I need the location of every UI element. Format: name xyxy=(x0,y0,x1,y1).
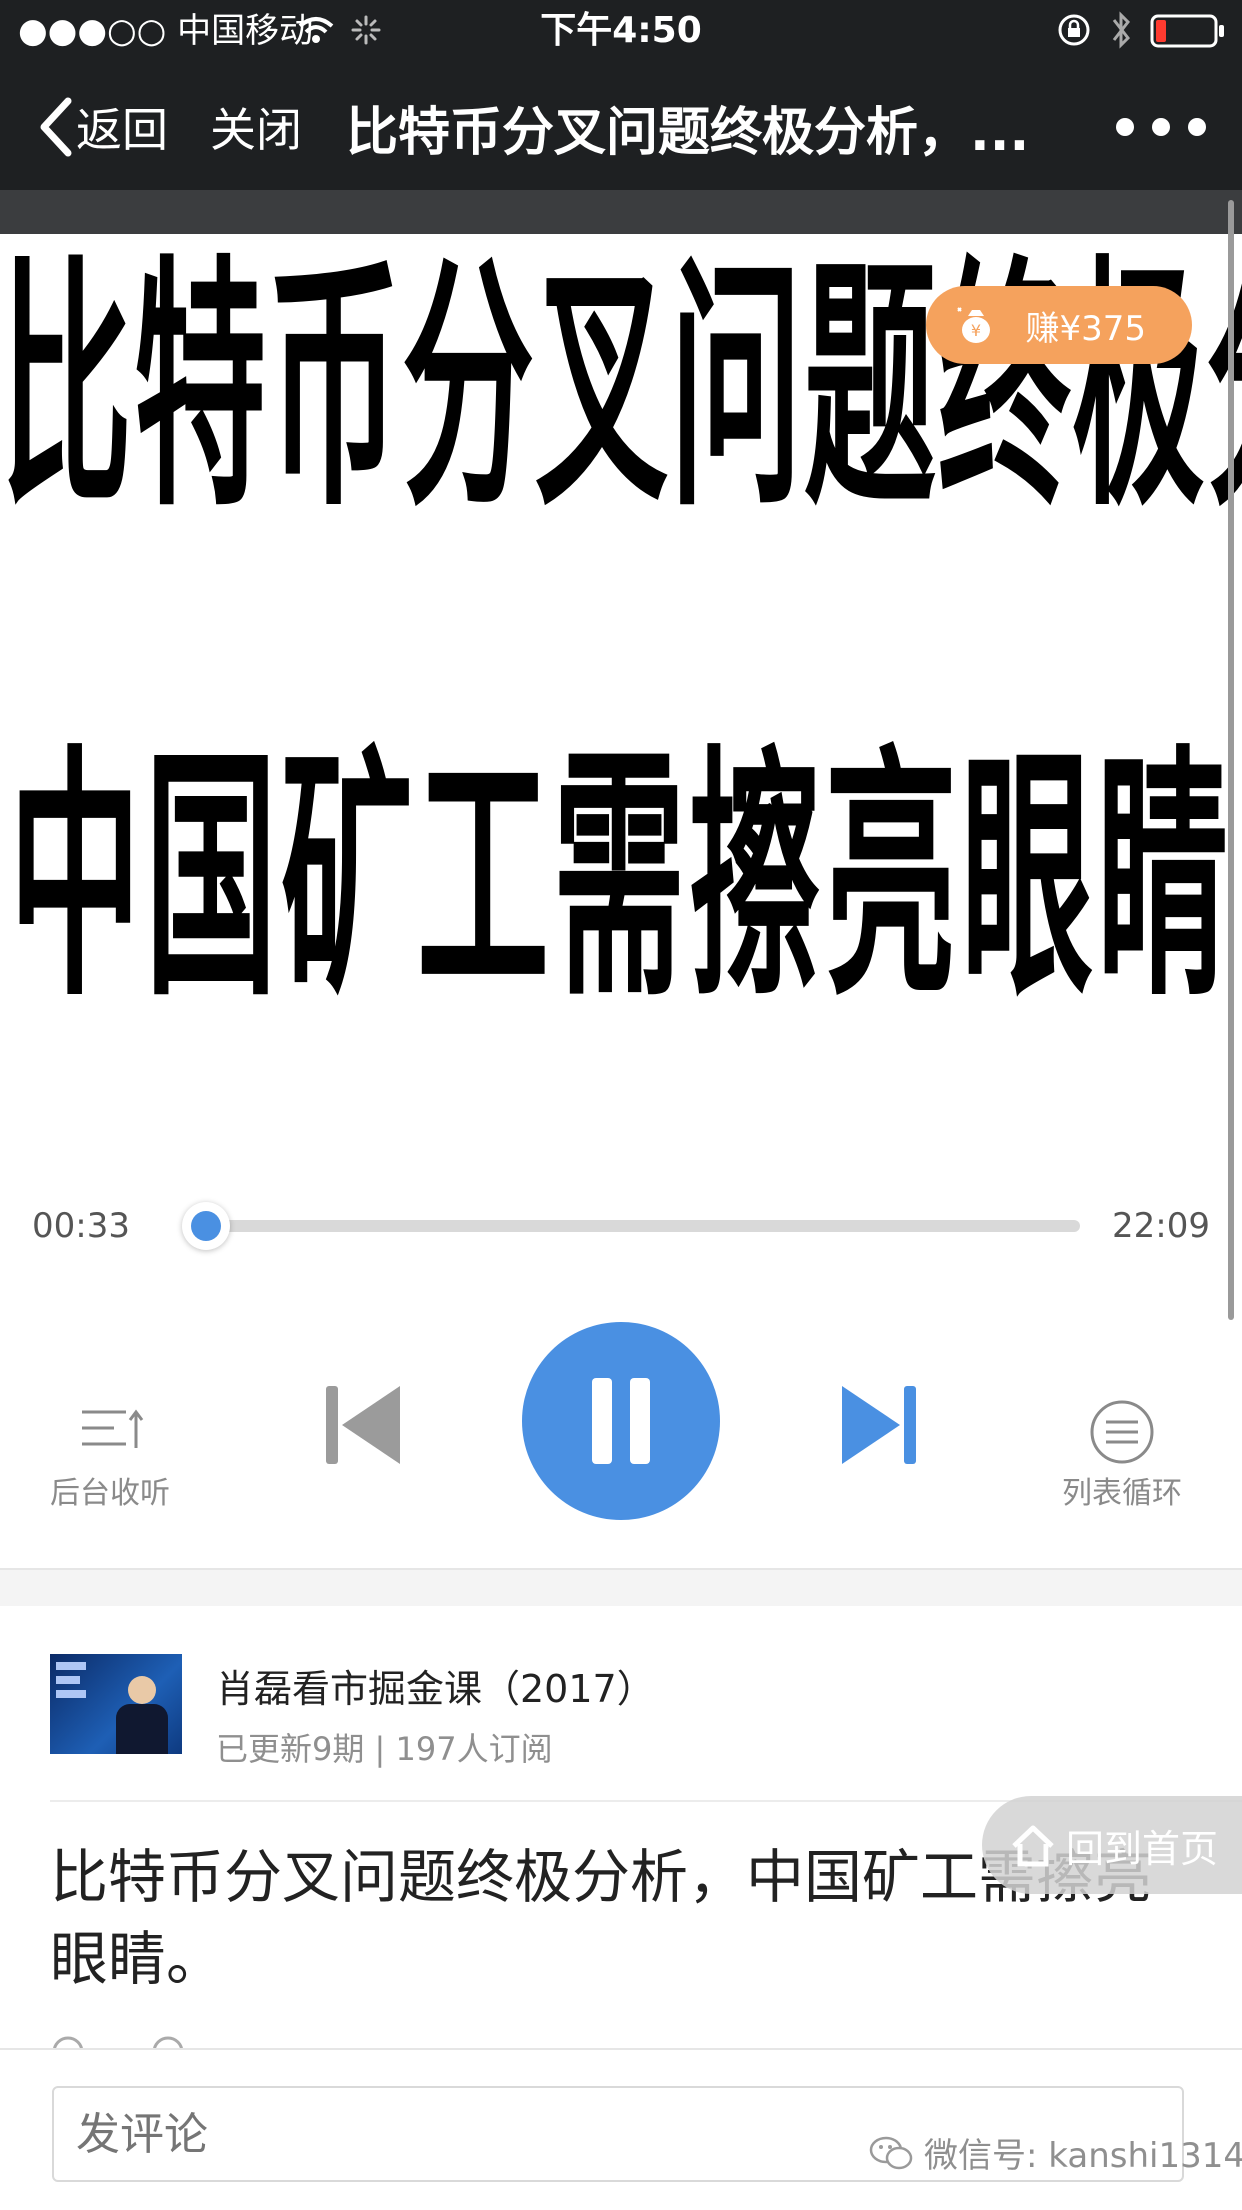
thumb-deco xyxy=(56,1676,80,1684)
previous-track-icon[interactable] xyxy=(320,1380,406,1470)
thumb-deco xyxy=(56,1690,86,1698)
nav-bar: 返回 关闭 比特币分叉问题终极分析，... xyxy=(0,62,1242,190)
money-bag-icon: ¥ xyxy=(957,307,990,343)
cover-title-line1: 比特币分叉问题终极分析 xyxy=(0,235,1242,543)
current-time: 00:33 xyxy=(32,1206,130,1246)
close-button[interactable]: 关闭 xyxy=(210,92,302,162)
album-meta: 已更新9期 | 197人订阅 xyxy=(216,1730,553,1768)
bluetooth-icon xyxy=(1112,11,1130,49)
loop-mode-button[interactable]: 列表循环 xyxy=(1052,1398,1192,1518)
back-label: 返回 xyxy=(76,103,168,157)
background-listen-label: 后台收听 xyxy=(50,1476,170,1511)
presenter-head xyxy=(128,1676,156,1704)
dot-icon xyxy=(1188,118,1206,136)
cover-image: 比特币分叉问题终极分析 中国矿工需擦亮眼睛 xyxy=(0,234,1242,1164)
earn-label: 赚¥375 xyxy=(1025,308,1146,349)
album-cover-thumbnail[interactable] xyxy=(50,1654,182,1754)
pause-icon xyxy=(592,1378,612,1464)
total-time: 22:09 xyxy=(1112,1206,1210,1246)
wechat-id: 微信号: kanshi1314 xyxy=(924,2136,1242,2176)
pause-icon xyxy=(630,1378,650,1464)
section-divider xyxy=(0,1568,1242,1606)
loading-spinner-icon xyxy=(351,15,381,45)
status-bar: ●●●○○ 中国移动 下午4:50 xyxy=(0,0,1242,62)
album-title[interactable]: 肖磊看市掘金课（2017） xyxy=(216,1658,655,1713)
back-button[interactable]: 返回 xyxy=(36,92,168,162)
svg-text:¥: ¥ xyxy=(971,321,981,340)
wechat-watermark: 微信号: kanshi1314 xyxy=(868,2128,1242,2177)
dot-icon xyxy=(1116,118,1134,136)
rotation-lock-icon xyxy=(1058,14,1090,46)
progress-track[interactable] xyxy=(184,1220,1080,1232)
home-icon xyxy=(1012,1825,1054,1867)
home-label: 回到首页 xyxy=(1066,1826,1219,1871)
earn-reward-badge[interactable]: ¥ 赚¥375 xyxy=(926,286,1192,364)
thumb-deco xyxy=(56,1662,86,1670)
cover-title-line2: 中国矿工需擦亮眼睛 xyxy=(9,725,1233,1033)
background-play-icon xyxy=(82,1409,144,1448)
next-track-icon[interactable] xyxy=(836,1380,922,1470)
presenter-body xyxy=(116,1704,168,1754)
loop-mode-label: 列表循环 xyxy=(1062,1476,1182,1511)
more-menu-button[interactable] xyxy=(1116,102,1206,152)
dot-icon xyxy=(1152,118,1170,136)
wechat-icon xyxy=(869,2136,913,2169)
battery-icon xyxy=(1150,14,1224,48)
wifi-icon xyxy=(298,17,334,43)
progress-slider-handle[interactable] xyxy=(182,1202,231,1250)
back-to-home-button[interactable]: 回到首页 xyxy=(982,1796,1242,1894)
scrollbar[interactable] xyxy=(1228,200,1234,1320)
pause-button[interactable] xyxy=(522,1322,720,1520)
chevron-left-icon xyxy=(40,97,72,157)
list-loop-icon xyxy=(1090,1400,1154,1464)
page-title: 比特币分叉问题终极分析，... xyxy=(346,102,1030,163)
header-strip xyxy=(0,190,1242,234)
slider-knob-dot xyxy=(191,1211,222,1241)
background-listen-button[interactable]: 后台收听 xyxy=(40,1398,180,1518)
